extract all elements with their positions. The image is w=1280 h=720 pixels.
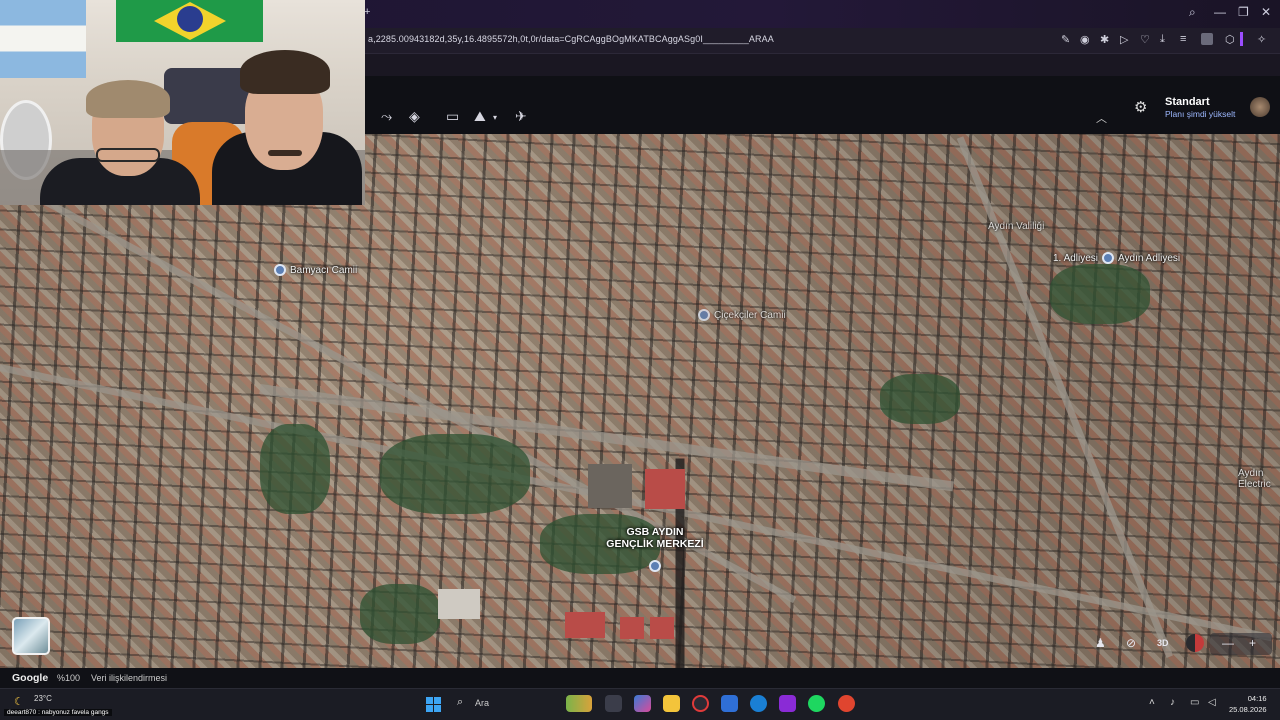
person-left-hair bbox=[86, 80, 170, 118]
upgrade-link[interactable]: Planı şimdi yükselt bbox=[1165, 109, 1235, 119]
edit-icon[interactable]: ✎ bbox=[1061, 33, 1070, 46]
menu-icon[interactable]: ≡ bbox=[1180, 33, 1186, 45]
park bbox=[880, 374, 960, 424]
park bbox=[1050, 264, 1150, 324]
place-label[interactable]: Aydın Valiliği bbox=[988, 221, 1044, 232]
ai-icon[interactable]: ✧ bbox=[1257, 33, 1266, 46]
screen: Bamyacı Camii Çiçekçiler Camii Aydın Val… bbox=[0, 0, 1280, 720]
heart-icon[interactable]: ♡ bbox=[1140, 33, 1150, 46]
place-label[interactable]: Bamyacı Camii bbox=[274, 264, 357, 276]
spotify-icon[interactable] bbox=[808, 695, 825, 712]
download-icon[interactable]: ⤓ bbox=[1160, 33, 1165, 46]
building bbox=[588, 464, 632, 508]
toggle-3d-button[interactable]: 3D bbox=[1157, 638, 1169, 648]
taskbar-search[interactable]: Ara bbox=[475, 698, 489, 708]
place-label[interactable]: Çiçekçiler Camii bbox=[698, 309, 786, 321]
data-attribution-link[interactable]: Veri ilişkilendirmesi bbox=[91, 673, 167, 683]
gsb-pin-icon[interactable] bbox=[649, 560, 661, 572]
play-icon[interactable]: ▷ bbox=[1120, 33, 1128, 46]
close-icon[interactable]: ✕ bbox=[1261, 5, 1271, 19]
maximize-icon[interactable]: ❐ bbox=[1238, 5, 1249, 19]
sidebar-accent-icon bbox=[1240, 32, 1243, 46]
url-text[interactable]: a,2285.00943182d,35y,16.4895572h,0t,0r/d… bbox=[368, 34, 774, 44]
pegman-icon[interactable]: ♟ bbox=[1095, 636, 1106, 650]
store-icon[interactable] bbox=[721, 695, 738, 712]
chrome-icon[interactable] bbox=[838, 695, 855, 712]
google-logo: Google bbox=[12, 672, 49, 684]
place-label[interactable]: 1. Adliyesi Aydın Adliyesi bbox=[1053, 252, 1180, 264]
building bbox=[565, 612, 605, 638]
place-label[interactable]: Aydın Electric bbox=[1238, 468, 1271, 490]
argentina-flag bbox=[0, 0, 86, 78]
minimize-icon[interactable]: — bbox=[1214, 5, 1226, 19]
network-icon[interactable]: ▭ bbox=[1190, 697, 1199, 708]
glasses bbox=[96, 148, 160, 162]
gear-icon[interactable]: ⚙ bbox=[1134, 98, 1147, 116]
extension-icon[interactable]: ✱ bbox=[1100, 33, 1109, 46]
box-icon[interactable]: ⬡ bbox=[1225, 33, 1235, 46]
zoom-out-icon[interactable]: — bbox=[1222, 636, 1234, 650]
volume-icon[interactable]: ◁ bbox=[1208, 697, 1216, 708]
zoom-level: %100 bbox=[57, 673, 81, 683]
poi-label[interactable]: GSB AYDIN GENÇLİK MERKEZİ bbox=[600, 526, 710, 550]
zoom-controls bbox=[1210, 633, 1272, 655]
windows-start-icon[interactable] bbox=[426, 697, 441, 712]
mosque-pin-icon bbox=[274, 264, 286, 276]
satellite-icon[interactable]: ✈ bbox=[515, 108, 527, 125]
zoom-in-icon[interactable]: + bbox=[1249, 636, 1256, 650]
path-tool-icon[interactable]: ⤳ bbox=[381, 108, 392, 125]
layers-icon[interactable]: ◈ bbox=[409, 108, 420, 125]
plan-title: Standart bbox=[1165, 96, 1210, 108]
ruler-icon[interactable]: ▭ bbox=[446, 108, 459, 125]
satellite-map[interactable]: Bamyacı Camii Çiçekçiler Camii Aydın Val… bbox=[0, 134, 1280, 668]
widget-icon[interactable] bbox=[566, 695, 592, 712]
chevron-up-icon[interactable]: ˄ bbox=[1149, 697, 1155, 708]
park bbox=[360, 584, 440, 644]
webcam-overlay bbox=[0, 0, 365, 205]
brazil-flag bbox=[116, 0, 263, 42]
task-view-icon[interactable] bbox=[605, 695, 622, 712]
building bbox=[645, 469, 685, 509]
compass-icon[interactable] bbox=[1186, 634, 1204, 652]
map-style-thumbnail[interactable] bbox=[12, 617, 50, 655]
avatar[interactable] bbox=[1250, 97, 1270, 117]
copilot-icon[interactable] bbox=[634, 695, 651, 712]
folder-icon[interactable] bbox=[663, 695, 680, 712]
building bbox=[438, 589, 480, 619]
chat-ticker: deeart870 : nabyonuz favela gangs bbox=[4, 709, 112, 716]
park bbox=[260, 424, 330, 514]
profile-icon[interactable] bbox=[1201, 33, 1213, 45]
chevron-up-icon[interactable]: ︿ bbox=[1096, 110, 1107, 126]
moon-icon[interactable]: ☾ bbox=[14, 695, 24, 708]
edge-icon[interactable] bbox=[750, 695, 767, 712]
search-icon[interactable]: ⌕ bbox=[457, 696, 463, 709]
building bbox=[620, 617, 644, 639]
camera-icon[interactable]: ◉ bbox=[1080, 33, 1090, 46]
map-footer bbox=[0, 668, 1280, 688]
chevron-down-icon[interactable]: ▾ bbox=[493, 113, 497, 122]
orbit-icon[interactable]: ⊘ bbox=[1126, 636, 1136, 650]
clock[interactable]: 04:16 25.08.2026 bbox=[1229, 693, 1267, 715]
courthouse-pin-icon bbox=[1102, 252, 1115, 264]
search-icon[interactable]: ⌕ bbox=[1189, 5, 1196, 20]
opera-icon[interactable] bbox=[692, 695, 709, 712]
mustache bbox=[268, 150, 302, 156]
person-right-hair bbox=[240, 50, 330, 94]
park bbox=[380, 434, 530, 514]
mosque-pin-icon bbox=[698, 309, 710, 321]
image-icon[interactable]: ⛰ bbox=[474, 108, 486, 125]
building bbox=[650, 617, 674, 639]
app-icon[interactable] bbox=[779, 695, 796, 712]
road bbox=[0, 364, 1273, 642]
weather-temperature[interactable]: 23°C bbox=[34, 694, 52, 703]
microphone-icon[interactable]: ♪ bbox=[1170, 697, 1175, 708]
